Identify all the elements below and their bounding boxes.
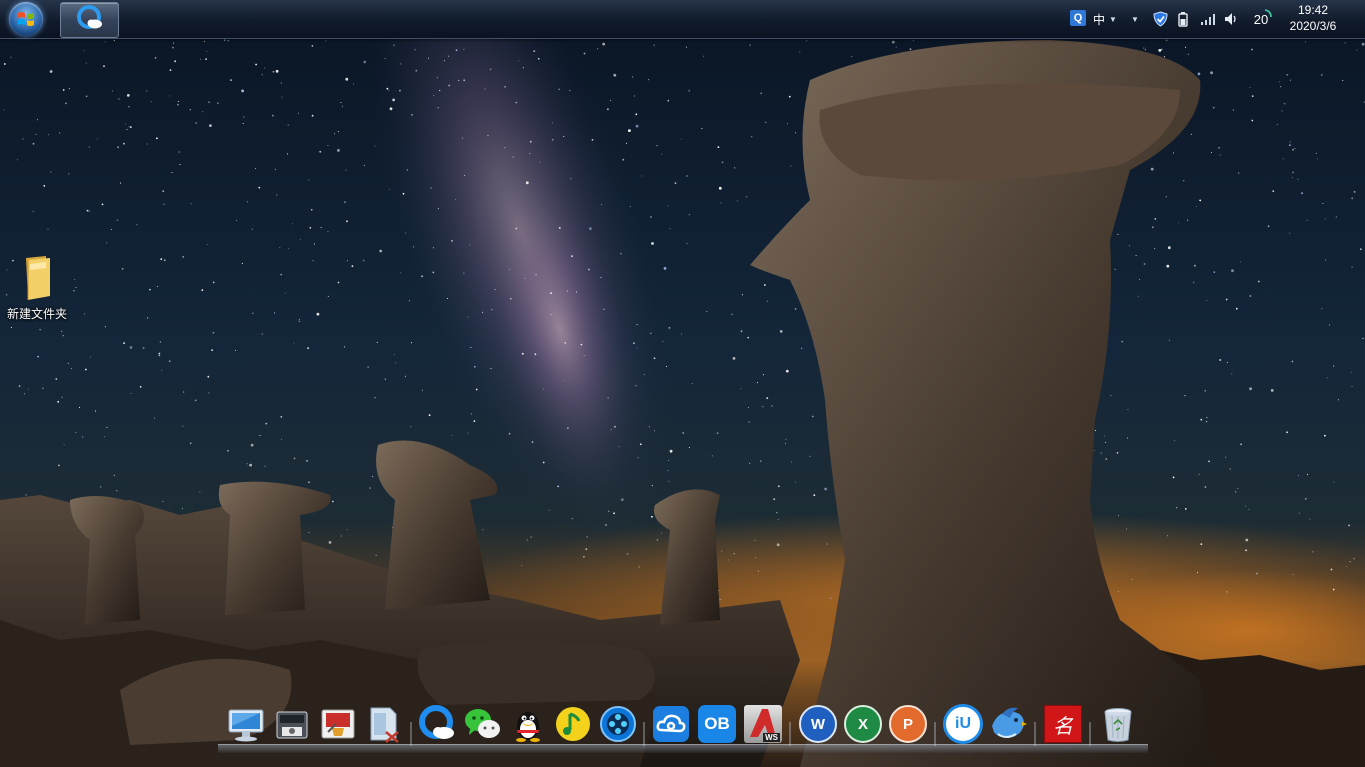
system-clock[interactable]: 19:42 2020/3/6 xyxy=(1278,2,1348,34)
dock-autocad[interactable]: WS xyxy=(743,704,783,744)
word-icon: W xyxy=(799,705,837,743)
word-icon-label: W xyxy=(810,715,826,733)
dock-separator xyxy=(934,722,936,746)
cloud-drive-icon xyxy=(653,706,689,742)
tray-expand-icon[interactable]: ▼ xyxy=(1130,9,1140,29)
dock-video[interactable] xyxy=(598,704,638,744)
file-tool-icon xyxy=(370,707,399,743)
video-player-icon xyxy=(600,706,636,742)
temperature-gauge-icon xyxy=(1263,5,1273,25)
dock-separator xyxy=(410,722,412,746)
shield-icon[interactable] xyxy=(1152,9,1168,29)
volume-icon[interactable] xyxy=(1224,9,1240,29)
desktop-folder-label: 新建文件夹 xyxy=(6,307,67,321)
dock-excel[interactable]: X xyxy=(843,704,883,744)
taskbar-app-browser[interactable] xyxy=(60,2,119,38)
dock-shelf xyxy=(218,744,1148,753)
browser-q-icon xyxy=(419,705,454,739)
desktop-folder-item[interactable]: 新建文件夹 xyxy=(2,254,72,322)
folder-icon xyxy=(20,254,54,300)
iu-icon-label: iU xyxy=(955,715,971,732)
dock-music[interactable] xyxy=(553,704,593,744)
dock-ob[interactable]: OB xyxy=(697,704,737,744)
start-button[interactable] xyxy=(4,1,48,37)
dock-browser[interactable] xyxy=(417,704,457,744)
autocad-ws-label: WS xyxy=(763,733,780,742)
browser-q-icon xyxy=(76,4,104,37)
dock-iu[interactable]: iU xyxy=(943,704,983,744)
dock-powerpoint[interactable]: P xyxy=(888,704,928,744)
computer-icon xyxy=(228,709,264,742)
app-dock: OB WS W X P iU 名 xyxy=(218,700,1148,753)
dock-computer[interactable] xyxy=(226,704,266,744)
red-seal-label: 名 xyxy=(1053,715,1073,738)
taskbar: Q 中 ▼ ▼ 20 19:42 2020/3/6 xyxy=(0,0,1365,39)
battery-plug-icon[interactable] xyxy=(1175,9,1191,29)
clock-date: 2020/3/6 xyxy=(1289,19,1337,33)
recycle-bin-icon xyxy=(1104,708,1132,742)
dock-separator xyxy=(1089,722,1091,746)
ob-icon: OB xyxy=(698,705,736,743)
qq-penguin-icon xyxy=(516,712,540,742)
camera-scanner-icon xyxy=(276,711,308,739)
bird-icon xyxy=(992,707,1027,738)
network-signal-icon[interactable] xyxy=(1199,9,1217,29)
toolbox-icon xyxy=(321,709,355,739)
ime-mode-indicator[interactable]: 中 xyxy=(1091,9,1107,29)
ob-icon-label: OB xyxy=(704,714,730,733)
clock-time: 19:42 xyxy=(1297,3,1329,17)
dock-wechat[interactable] xyxy=(462,704,502,744)
desktop-wallpaper xyxy=(0,0,1365,767)
excel-icon-label: X xyxy=(857,715,868,733)
dock-word[interactable]: W xyxy=(798,704,838,744)
iu-icon: iU xyxy=(943,704,983,744)
excel-icon: X xyxy=(844,705,882,743)
dock-cloud-drive[interactable] xyxy=(651,704,691,744)
music-note-icon xyxy=(556,707,590,741)
red-seal-icon: 名 xyxy=(1044,705,1082,743)
dock-recycle-bin[interactable] xyxy=(1098,704,1138,744)
dock-qq[interactable] xyxy=(508,704,548,744)
dock-separator xyxy=(789,722,791,746)
dock-camera[interactable] xyxy=(272,704,312,744)
autocad-ws-icon: WS xyxy=(744,705,782,743)
dock-file-tool[interactable] xyxy=(364,704,404,744)
ime-dropdown-icon[interactable]: ▼ xyxy=(1109,9,1117,29)
dock-separator xyxy=(643,722,645,746)
dock-toolbox[interactable] xyxy=(318,704,358,744)
dock-bird[interactable] xyxy=(988,704,1028,744)
wechat-icon xyxy=(465,709,500,738)
ime-q-icon[interactable]: Q xyxy=(1070,10,1086,26)
powerpoint-icon: P xyxy=(889,705,927,743)
windows-orb-icon xyxy=(9,2,43,36)
dock-seal-app[interactable]: 名 xyxy=(1043,704,1083,744)
powerpoint-icon-label: P xyxy=(902,715,913,733)
dock-separator xyxy=(1034,722,1036,746)
